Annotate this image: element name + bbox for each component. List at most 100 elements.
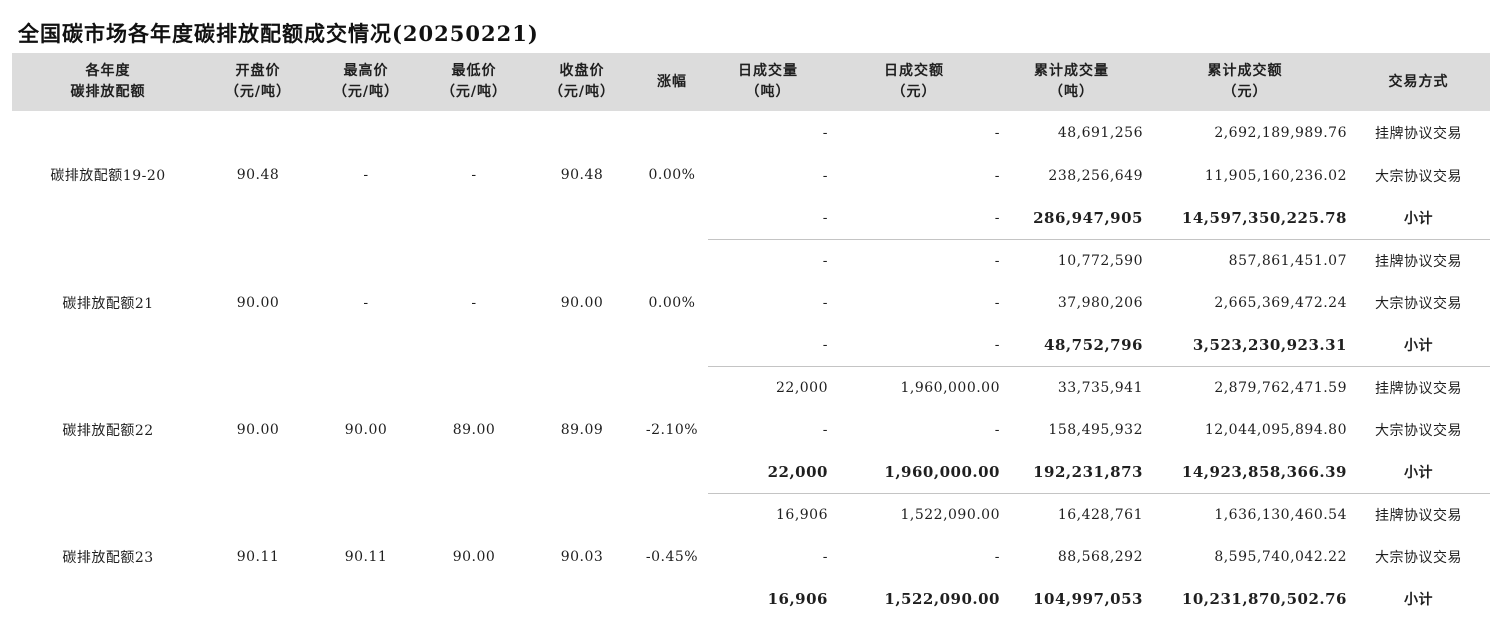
trade-method-cell: 挂牌协议交易 — [1347, 240, 1490, 283]
daily-amount-cell: - — [828, 282, 1000, 324]
daily-amount-cell: - — [828, 155, 1000, 197]
daily-amount-cell: - — [828, 536, 1000, 578]
daily-volume-cell: - — [708, 240, 828, 283]
daily-volume-subtotal-cell: 22,000 — [708, 451, 828, 494]
daily-volume-cell: - — [708, 282, 828, 324]
high-price-cell: - — [312, 111, 420, 240]
trade-method-cell: 挂牌协议交易 — [1347, 367, 1490, 410]
header-low-price: 最低价 （元/吨） — [420, 53, 528, 111]
open-price-cell: 90.00 — [204, 367, 312, 494]
cum-amount-subtotal-cell: 14,597,350,225.78 — [1143, 197, 1347, 240]
header-low-price-line1: 最低价 — [420, 61, 528, 82]
header-close-price-line2: （元/吨） — [528, 82, 636, 103]
open-price-cell: 90.00 — [204, 240, 312, 367]
trade-method-cell: 挂牌协议交易 — [1347, 494, 1490, 537]
cum-amount-cell: 2,879,762,471.59 — [1143, 367, 1347, 410]
cum-amount-cell: 8,595,740,042.22 — [1143, 536, 1347, 578]
header-cum-amount: 累计成交额 （元） — [1143, 53, 1347, 111]
quota-name-cell: 碳排放配额23 — [12, 494, 204, 620]
cum-amount-cell: 857,861,451.07 — [1143, 240, 1347, 283]
trade-method-cell: 大宗协议交易 — [1347, 155, 1490, 197]
header-cum-volume-line1: 累计成交量 — [1000, 61, 1143, 82]
daily-volume-cell: - — [708, 155, 828, 197]
header-quota-year-line2: 碳排放配额 — [12, 82, 204, 103]
cum-amount-subtotal-cell: 14,923,858,366.39 — [1143, 451, 1347, 494]
cum-volume-cell: 16,428,761 — [1000, 494, 1143, 537]
header-open-price-line1: 开盘价 — [204, 61, 312, 82]
close-price-cell: 89.09 — [528, 367, 636, 494]
header-trade-method-line1: 交易方式 — [1347, 72, 1490, 93]
header-change-line1: 涨幅 — [636, 72, 708, 93]
header-change: 涨幅 — [636, 53, 708, 111]
high-price-cell: - — [312, 240, 420, 367]
header-quota-year-line1: 各年度 — [12, 61, 204, 82]
open-price-cell: 90.48 — [204, 111, 312, 240]
header-quota-year: 各年度 碳排放配额 — [12, 53, 204, 111]
header-daily-amount: 日成交额 （元） — [828, 53, 1000, 111]
header-daily-volume: 日成交量 （吨） — [708, 53, 828, 111]
header-cum-volume-line2: （吨） — [1000, 82, 1143, 103]
table-header: 各年度 碳排放配额 开盘价 （元/吨） 最高价 （元/吨） 最低价 （元/吨） … — [12, 53, 1490, 111]
daily-volume-cell: - — [708, 111, 828, 155]
table-row: 碳排放配额21 90.00 - - 90.00 0.00% - - 10,772… — [12, 240, 1490, 283]
header-daily-volume-line1: 日成交量 — [708, 61, 828, 82]
cum-volume-subtotal-cell: 286,947,905 — [1000, 197, 1143, 240]
quota-name-cell: 碳排放配额21 — [12, 240, 204, 367]
trade-method-cell: 大宗协议交易 — [1347, 409, 1490, 451]
carbon-quota-table: 各年度 碳排放配额 开盘价 （元/吨） 最高价 （元/吨） 最低价 （元/吨） … — [12, 53, 1490, 620]
header-daily-volume-line2: （吨） — [708, 82, 828, 103]
daily-amount-cell: - — [828, 111, 1000, 155]
high-price-cell: 90.00 — [312, 367, 420, 494]
trade-method-cell: 挂牌协议交易 — [1347, 111, 1490, 155]
cum-amount-subtotal-cell: 3,523,230,923.31 — [1143, 324, 1347, 367]
cum-volume-cell: 238,256,649 — [1000, 155, 1143, 197]
cum-amount-cell: 2,692,189,989.76 — [1143, 111, 1347, 155]
table-row: 碳排放配额23 90.11 90.11 90.00 90.03 -0.45% 1… — [12, 494, 1490, 537]
high-price-cell: 90.11 — [312, 494, 420, 620]
low-price-cell: 89.00 — [420, 367, 528, 494]
change-cell: -2.10% — [636, 367, 708, 494]
change-cell: -0.45% — [636, 494, 708, 620]
page-title: 全国碳市场各年度碳排放配额成交情况(20250221) — [18, 18, 539, 48]
daily-amount-subtotal-cell: 1,960,000.00 — [828, 451, 1000, 494]
header-high-price: 最高价 （元/吨） — [312, 53, 420, 111]
quota-name-cell: 碳排放配额19-20 — [12, 111, 204, 240]
cum-volume-cell: 33,735,941 — [1000, 367, 1143, 410]
header-high-price-line2: （元/吨） — [312, 82, 420, 103]
daily-amount-cell: 1,522,090.00 — [828, 494, 1000, 537]
daily-volume-cell: 22,000 — [708, 367, 828, 410]
close-price-cell: 90.00 — [528, 240, 636, 367]
daily-volume-cell: - — [708, 409, 828, 451]
cum-volume-cell: 37,980,206 — [1000, 282, 1143, 324]
daily-volume-cell: - — [708, 197, 828, 240]
daily-amount-cell: - — [828, 240, 1000, 283]
close-price-cell: 90.48 — [528, 111, 636, 240]
daily-volume-cell: - — [708, 324, 828, 367]
subtotal-label-cell: 小计 — [1347, 451, 1490, 494]
low-price-cell: 90.00 — [420, 494, 528, 620]
header-open-price-line2: （元/吨） — [204, 82, 312, 103]
daily-amount-cell: 1,960,000.00 — [828, 367, 1000, 410]
header-cum-amount-line1: 累计成交额 — [1143, 61, 1347, 82]
low-price-cell: - — [420, 240, 528, 367]
low-price-cell: - — [420, 111, 528, 240]
header-low-price-line2: （元/吨） — [420, 82, 528, 103]
cum-volume-cell: 10,772,590 — [1000, 240, 1143, 283]
header-row: 各年度 碳排放配额 开盘价 （元/吨） 最高价 （元/吨） 最低价 （元/吨） … — [12, 53, 1490, 111]
daily-amount-cell: - — [828, 324, 1000, 367]
trade-method-cell: 大宗协议交易 — [1347, 536, 1490, 578]
header-high-price-line1: 最高价 — [312, 61, 420, 82]
header-close-price-line1: 收盘价 — [528, 61, 636, 82]
subtotal-label-cell: 小计 — [1347, 324, 1490, 367]
close-price-cell: 90.03 — [528, 494, 636, 620]
header-daily-amount-line2: （元） — [828, 82, 1000, 103]
table-row: 碳排放配额19-20 90.48 - - 90.48 0.00% - - 48,… — [12, 111, 1490, 155]
trade-method-cell: 大宗协议交易 — [1347, 282, 1490, 324]
change-cell: 0.00% — [636, 240, 708, 367]
cum-amount-cell: 11,905,160,236.02 — [1143, 155, 1347, 197]
header-open-price: 开盘价 （元/吨） — [204, 53, 312, 111]
cum-amount-cell: 1,636,130,460.54 — [1143, 494, 1347, 537]
open-price-cell: 90.11 — [204, 494, 312, 620]
header-trade-method: 交易方式 — [1347, 53, 1490, 111]
daily-amount-cell: - — [828, 409, 1000, 451]
